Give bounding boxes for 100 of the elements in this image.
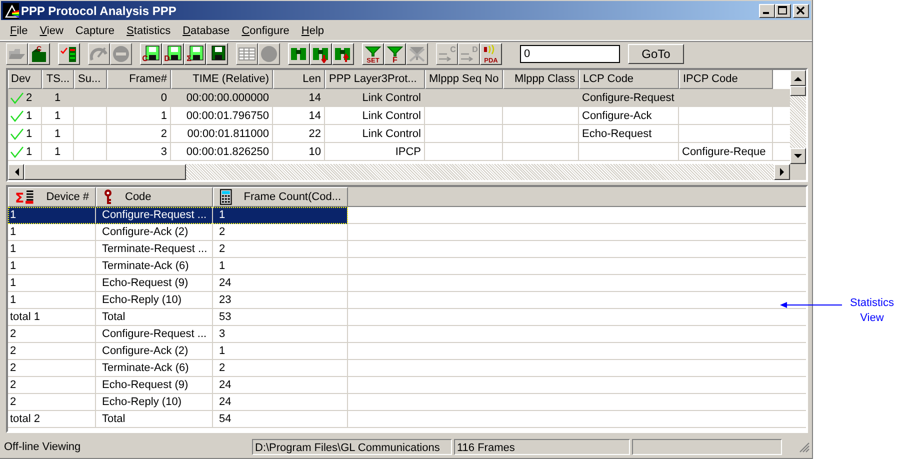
frame-number-field[interactable]: 0 <box>520 45 620 63</box>
toolbar-button[interactable] <box>206 43 228 65</box>
table-cell: Configure-Request <box>582 92 674 104</box>
table-cell: 1 <box>26 146 32 158</box>
circle-icon <box>260 45 278 63</box>
table-cell: Total <box>102 413 126 425</box>
column-header[interactable]: Σ Device # <box>8 187 96 207</box>
toolbar-button[interactable] <box>332 43 354 65</box>
column-header[interactable]: PPP Layer3Prot... <box>325 70 425 89</box>
table-row[interactable]: 2 Echo-Request (9) 24 <box>8 377 348 394</box>
table-cell: 24 <box>219 277 232 289</box>
table-cell: 2 <box>10 345 16 357</box>
toolbar-button[interactable] <box>310 43 332 65</box>
column-header[interactable]: IPCP Code <box>679 70 773 89</box>
table-cell: 1 <box>219 209 226 221</box>
column-header[interactable]: TS... <box>42 70 74 89</box>
column-header[interactable]: Code <box>96 187 213 207</box>
toolbar-button[interactable] <box>288 43 310 65</box>
column-header[interactable]: TIME (Relative) <box>171 70 273 89</box>
table-row[interactable]: 1 Configure-Request ... 1 <box>8 207 348 224</box>
scroll-left-button[interactable] <box>8 164 24 180</box>
stop-icon <box>112 45 130 63</box>
table-cell: Terminate-Ack (6) <box>102 362 189 374</box>
column-header[interactable]: Mlppp Class <box>503 70 579 89</box>
menu-item[interactable]: View <box>34 24 70 36</box>
table-row[interactable]: 1 Echo-Reply (10) 23 <box>8 292 348 309</box>
column-header[interactable]: Frame# <box>107 70 171 89</box>
binoculars-down-icon <box>312 45 330 63</box>
table-cell: IPCP <box>395 146 421 158</box>
menu-item[interactable]: Statistics <box>120 24 177 36</box>
scrollbar-corner <box>790 164 806 180</box>
menu-item[interactable]: Configure <box>236 24 296 36</box>
table-cell: 1 <box>219 260 226 272</box>
table-cell: 2 <box>160 128 167 140</box>
table-row[interactable]: 1 Configure-Ack (2) 2 <box>8 224 348 241</box>
menu-item[interactable]: Capture <box>69 24 121 36</box>
table-cell: total 2 <box>10 413 40 425</box>
table-row[interactable]: 2 Terminate-Ack (6) 2 <box>8 360 348 377</box>
table-cell: 14 <box>308 92 321 104</box>
table-row[interactable]: total 2 Total 54 <box>8 411 348 428</box>
scrollbar-thumb[interactable] <box>790 86 806 96</box>
table-row[interactable]: 1 1 1 00:00:01.796750 14 Link Control Configure-Ack <box>8 107 790 125</box>
table-cell: Echo-Request (9) <box>102 379 188 391</box>
table-cell: 1 <box>26 110 32 122</box>
column-header[interactable]: Mlppp Seq No <box>425 70 503 89</box>
scrollbar-thumb[interactable] <box>24 164 186 180</box>
scroll-right-button[interactable] <box>774 164 790 180</box>
check-icon <box>10 110 24 122</box>
menu-item[interactable]: Database <box>176 24 236 36</box>
table-cell: 00:00:01.811000 <box>187 128 269 140</box>
column-header[interactable]: Dev <box>8 70 42 89</box>
table-row[interactable]: 2 Configure-Ack (2) 1 <box>8 343 348 360</box>
column-header[interactable]: Frame Count(Cod... <box>213 187 348 207</box>
window-title: PPP Protocol Analysis PPP <box>21 4 178 18</box>
table-row[interactable]: 1 Terminate-Request ... 2 <box>8 241 348 258</box>
table-row[interactable]: 1 Terminate-Ack (6) 1 <box>8 258 348 275</box>
table-cell: 10 <box>308 146 321 158</box>
table-cell: Configure-Ack (2) <box>102 226 188 238</box>
table-cell: 2 <box>26 92 32 104</box>
column-header[interactable]: LCP Code <box>579 70 679 89</box>
table-row[interactable]: 2 Echo-Reply (10) 24 <box>8 394 348 411</box>
table-cell: 00:00:00.000000 <box>186 92 269 104</box>
app-logo-icon <box>3 2 19 18</box>
table-row[interactable]: 1 1 2 00:00:01.811000 22 Link Control Echo-Request <box>8 125 790 143</box>
goto-button[interactable]: GoTo <box>628 44 684 64</box>
table-cell: 2 <box>10 328 16 340</box>
scroll-down-button[interactable] <box>790 148 806 164</box>
table-cell: 2 <box>219 226 226 238</box>
table-cell: Total <box>102 311 126 323</box>
table-cell: Echo-Reply (10) <box>102 396 182 408</box>
table-cell: 2 <box>10 379 16 391</box>
menu-item[interactable]: Help <box>295 24 330 36</box>
table-cell: Configure-Request ... <box>102 209 207 221</box>
table-row[interactable]: total 1 Total 53 <box>8 309 348 326</box>
minimize-button[interactable] <box>759 4 775 18</box>
column-header[interactable]: Len <box>273 70 325 89</box>
scroll-up-button[interactable] <box>790 70 806 86</box>
table-cell: 1 <box>26 128 32 140</box>
column-header[interactable]: Su... <box>74 70 107 89</box>
table-cell: 1 <box>10 243 16 255</box>
close-button[interactable] <box>793 4 809 18</box>
maximize-button[interactable] <box>775 4 791 18</box>
table-cell: 1 <box>54 92 61 104</box>
funnel-cross-icon <box>408 45 426 63</box>
annotation-label: Statistics View <box>848 296 895 326</box>
status-text: 116 Frames <box>457 442 515 454</box>
resize-grip-icon[interactable] <box>798 441 810 453</box>
table-row[interactable]: 1 1 3 00:00:01.826250 10 IPCP Configure-Reque <box>8 143 790 161</box>
close-icon <box>796 6 806 15</box>
check-icon <box>10 128 24 140</box>
table-cell: 1 <box>10 226 16 238</box>
table-cell: 24 <box>219 396 232 408</box>
toolbar-button[interactable] <box>58 43 80 65</box>
table-cell: 2 <box>219 362 226 374</box>
menu-item[interactable]: File <box>4 24 34 36</box>
table-row[interactable]: 2 Configure-Request ... 3 <box>8 326 348 343</box>
table-cell: Configure-Ack (2) <box>102 345 188 357</box>
table-row[interactable]: 2 1 0 00:00:00.000000 14 Link Control Configure-Request <box>8 89 790 107</box>
checklist-icon <box>60 45 78 63</box>
table-row[interactable]: 1 Echo-Request (9) 24 <box>8 275 348 292</box>
